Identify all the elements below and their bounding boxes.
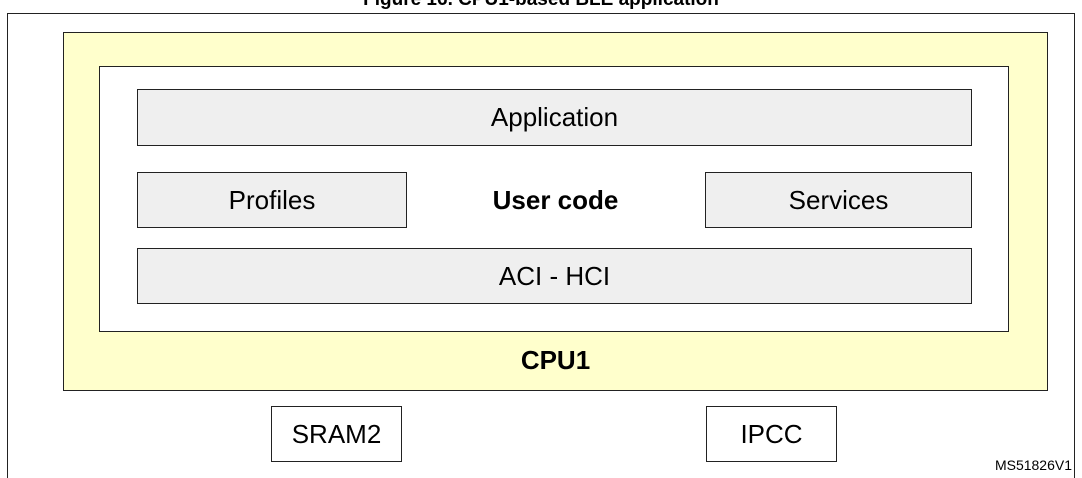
diagram-page: Figure 16. CPU1-based BLE application Ap… bbox=[0, 0, 1082, 478]
aci-hci-block: ACI - HCI bbox=[137, 248, 972, 304]
services-block: Services bbox=[705, 172, 972, 228]
figure-id: MS51826V1 bbox=[994, 457, 1072, 473]
profiles-block: Profiles bbox=[137, 172, 407, 228]
sram2-block: SRAM2 bbox=[271, 406, 402, 462]
cpu1-label: CPU1 bbox=[520, 345, 591, 375]
figure-caption: Figure 16. CPU1-based BLE application bbox=[0, 0, 1082, 11]
user-code-label: User code bbox=[492, 184, 619, 215]
ipcc-block: IPCC bbox=[706, 406, 837, 462]
application-block: Application bbox=[137, 89, 972, 146]
